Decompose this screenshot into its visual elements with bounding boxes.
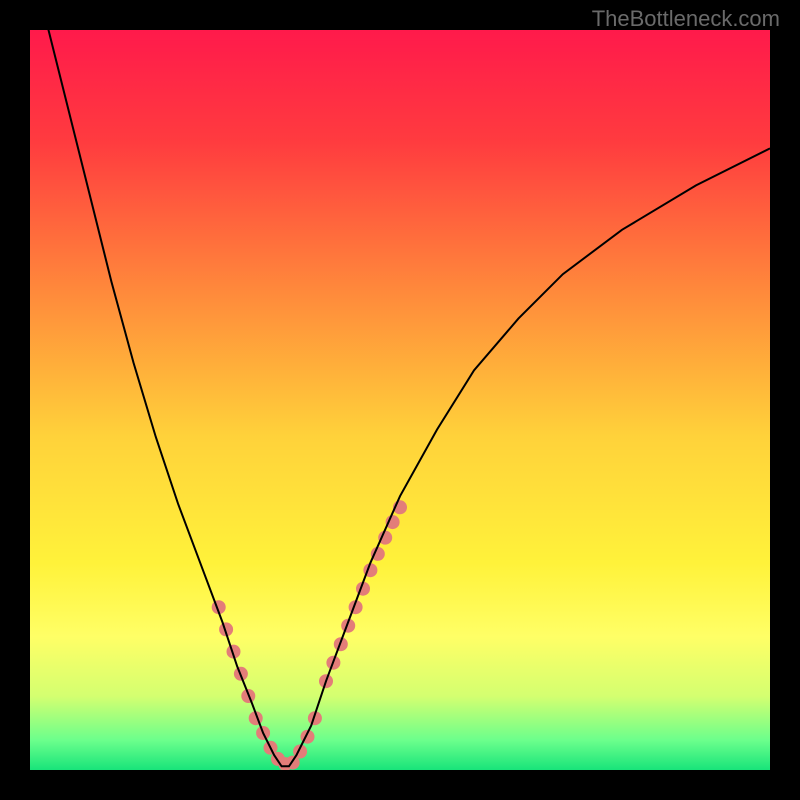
chart-background	[30, 30, 770, 770]
watermark-text: TheBottleneck.com	[592, 6, 780, 32]
chart-canvas	[30, 30, 770, 770]
plot-frame	[30, 30, 770, 770]
